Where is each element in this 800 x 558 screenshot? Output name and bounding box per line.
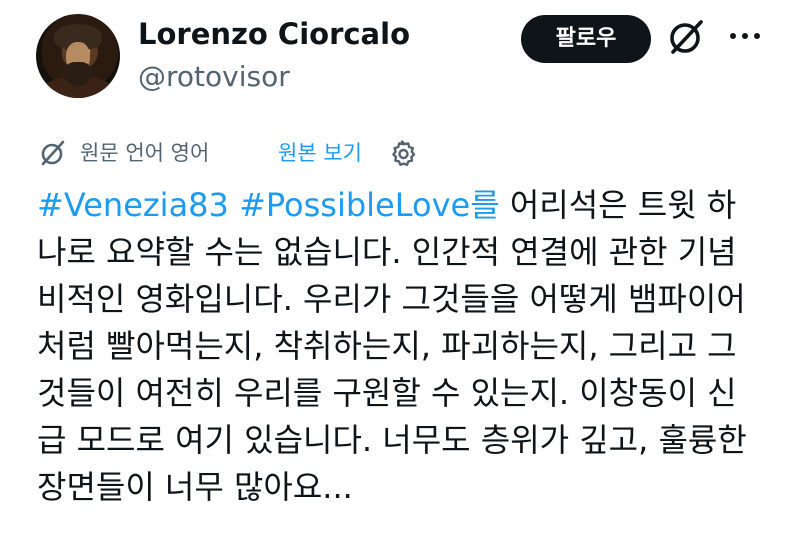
tweet-text: #Venezia83 #PossibleLove를 어리석은 트윗 하 나로 요…: [37, 182, 782, 511]
tweet-line: 처럼 빨아먹는지, 착취하는지, 파괴하는지, 그리고 그: [37, 327, 737, 365]
tweet-line: 나로 요약할 수는 없습니다. 인간적 연결에 관한 기념: [37, 233, 737, 271]
gear-icon[interactable]: [388, 139, 416, 167]
hashtag-link[interactable]: #Venezia83: [37, 186, 229, 224]
avatar[interactable]: [36, 14, 120, 98]
tweet-line: #Venezia83 #PossibleLove를 어리석은 트윗 하: [37, 182, 782, 229]
view-original-link[interactable]: 원본 보기: [278, 139, 362, 167]
more-icon[interactable]: [725, 24, 765, 48]
translation-label: 원문 언어 영어: [80, 141, 210, 165]
display-name[interactable]: Lorenzo Ciorcalo: [138, 16, 410, 52]
tweet-line-text: 어리석은 트윗 하: [499, 186, 737, 224]
grok-icon[interactable]: [665, 16, 707, 58]
tweet-line: 장면들이 너무 많아요...: [37, 468, 353, 506]
hashtag-link[interactable]: #PossibleLove를: [239, 186, 500, 224]
translate-icon: [41, 140, 65, 166]
user-handle[interactable]: @rotovisor: [138, 60, 290, 94]
follow-button[interactable]: 팔로우: [521, 15, 651, 63]
tweet-line: 비적인 영화입니다. 우리가 그것들을 어떻게 뱀파이어: [37, 280, 746, 318]
tweet-line: 급 모드로 여기 있습니다. 너무도 층위가 깊고, 훌륭한: [37, 421, 747, 459]
tweet-line: 것들이 여전히 우리를 구원할 수 있는지. 이창동이 신: [37, 374, 737, 412]
avatar-beard: [64, 62, 92, 86]
